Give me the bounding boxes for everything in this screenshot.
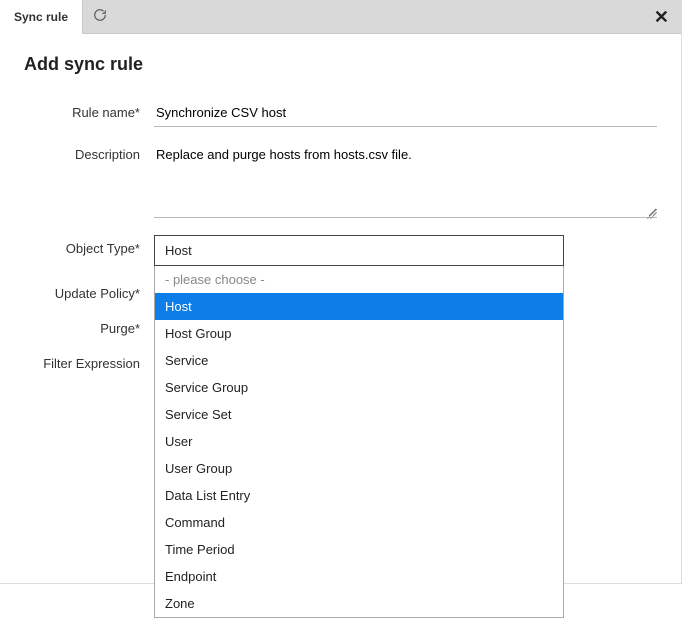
dropdown-option-data-list-entry[interactable]: Data List Entry [155, 482, 563, 509]
tab-sync-rule[interactable]: Sync rule [0, 0, 83, 34]
dropdown-option-service[interactable]: Service [155, 347, 563, 374]
label-update-policy: Update Policy* [24, 280, 154, 301]
description-textarea[interactable] [154, 141, 657, 218]
page-title: Add sync rule [24, 54, 657, 75]
dropdown-option-user[interactable]: User [155, 428, 563, 455]
label-object-type: Object Type* [24, 235, 154, 266]
label-filter-expression: Filter Expression [24, 350, 154, 371]
close-button[interactable]: ✕ [654, 0, 669, 34]
dropdown-option-zone[interactable]: Zone [155, 590, 563, 617]
refresh-button[interactable] [83, 0, 117, 33]
dropdown-option-host-group[interactable]: Host Group [155, 320, 563, 347]
dropdown-option-service-group[interactable]: Service Group [155, 374, 563, 401]
dropdown-option-service-set[interactable]: Service Set [155, 401, 563, 428]
row-description: Description [24, 141, 657, 221]
label-description: Description [24, 141, 154, 221]
dropdown-option-command[interactable]: Command [155, 509, 563, 536]
row-object-type: Object Type* Host - please choose - Host… [24, 235, 657, 266]
dropdown-option-time-period[interactable]: Time Period [155, 536, 563, 563]
close-icon: ✕ [654, 7, 669, 28]
object-type-dropdown: - please choose - Host Host Group Servic… [154, 266, 564, 618]
dropdown-option-endpoint[interactable]: Endpoint [155, 563, 563, 590]
refresh-icon [93, 8, 107, 25]
content: Add sync rule Rule name* Description Obj… [0, 34, 681, 371]
row-rule-name: Rule name* [24, 99, 657, 127]
object-type-select[interactable]: Host [154, 235, 564, 266]
dropdown-option-user-group[interactable]: User Group [155, 455, 563, 482]
tab-bar: Sync rule ✕ [0, 0, 681, 34]
label-purge: Purge* [24, 315, 154, 336]
tab-label: Sync rule [14, 10, 68, 24]
dropdown-option-host[interactable]: Host [155, 293, 563, 320]
rule-name-input[interactable] [154, 99, 657, 127]
label-rule-name: Rule name* [24, 99, 154, 127]
dropdown-option-placeholder[interactable]: - please choose - [155, 266, 563, 293]
